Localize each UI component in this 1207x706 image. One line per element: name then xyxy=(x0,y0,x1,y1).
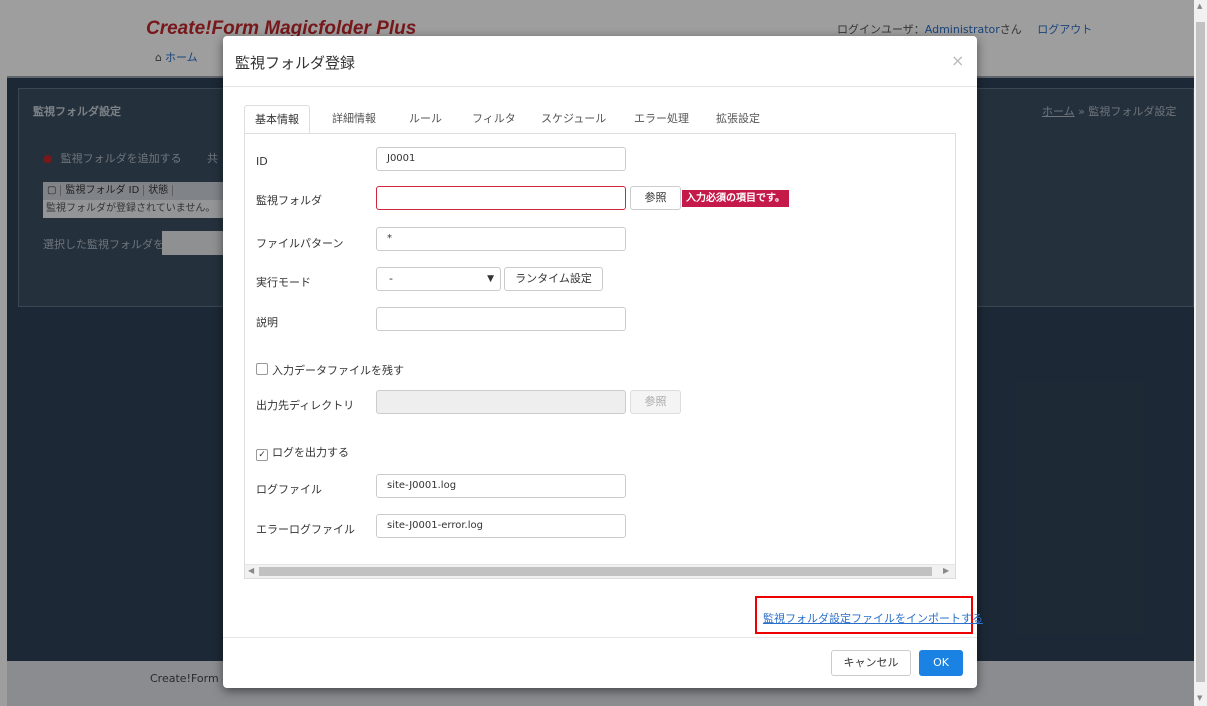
header-divider xyxy=(223,86,977,87)
import-settings-link[interactable]: 監視フォルダ設定ファイルをインポートする xyxy=(763,610,983,626)
exec-mode-value: - xyxy=(389,272,393,285)
tab-rules[interactable]: ルール xyxy=(409,105,442,133)
output-dir-field xyxy=(376,390,626,414)
error-log-field[interactable]: site-J0001-error.log xyxy=(376,514,626,538)
id-label: ID xyxy=(256,155,268,168)
horizontal-scrollbar-thumb[interactable] xyxy=(259,567,932,576)
log-file-label: ログファイル xyxy=(256,483,322,496)
description-field[interactable] xyxy=(376,307,626,331)
output-dir-label: 出力先ディレクトリ xyxy=(256,399,355,412)
log-output-label: ログを出力する xyxy=(272,446,349,459)
tab-content: ID J0001 監視フォルダ 参照 入力必須の項目です。 ファイルパターン *… xyxy=(244,133,956,579)
tab-filter[interactable]: フィルタ xyxy=(472,105,516,133)
runtime-settings-button[interactable]: ランタイム設定 xyxy=(504,267,603,291)
error-log-label: エラーログファイル xyxy=(256,523,355,536)
folder-browse-button[interactable]: 参照 xyxy=(630,186,681,210)
keep-input-label: 入力データファイルを残す xyxy=(272,364,404,377)
scroll-up-icon[interactable]: ▲ xyxy=(1197,2,1202,10)
description-label: 説明 xyxy=(256,316,278,329)
scroll-right-icon[interactable]: ▶ xyxy=(943,566,949,575)
close-icon[interactable]: × xyxy=(951,51,964,70)
import-highlight: 監視フォルダ設定ファイルをインポートする xyxy=(755,596,983,634)
file-pattern-label: ファイルパターン xyxy=(256,237,344,250)
folder-label: 監視フォルダ xyxy=(256,194,322,207)
exec-mode-label: 実行モード xyxy=(256,276,311,289)
output-browse-button: 参照 xyxy=(630,390,681,414)
folder-field[interactable] xyxy=(376,186,626,210)
checkbox-icon xyxy=(256,363,268,375)
log-file-field[interactable]: site-J0001.log xyxy=(376,474,626,498)
id-field[interactable]: J0001 xyxy=(376,147,626,171)
tab-bar: 基本情報 詳細情報 ルール フィルタ スケジュール エラー処理 拡張設定 xyxy=(244,105,956,134)
scroll-left-icon[interactable]: ◀ xyxy=(248,566,254,575)
ok-button[interactable]: OK xyxy=(919,650,963,676)
scroll-down-icon[interactable]: ▼ xyxy=(1197,694,1202,702)
keep-input-checkbox[interactable]: 入力データファイルを残す xyxy=(256,362,404,378)
checkbox-checked-icon: ✓ xyxy=(256,449,268,461)
log-output-checkbox[interactable]: ✓ ログを出力する xyxy=(256,444,349,461)
scrollbar-thumb[interactable] xyxy=(1196,22,1205,682)
tab-basic-info[interactable]: 基本情報 xyxy=(244,105,310,133)
tab-schedule[interactable]: スケジュール xyxy=(541,105,606,133)
cancel-button[interactable]: キャンセル xyxy=(831,650,911,676)
required-error-badge: 入力必須の項目です。 xyxy=(682,190,789,207)
file-pattern-field[interactable]: * xyxy=(376,227,626,251)
register-folder-dialog: 監視フォルダ登録 × 基本情報 詳細情報 ルール フィルタ スケジュール エラー… xyxy=(223,36,983,688)
page-scrollbar[interactable]: ▲ ▼ xyxy=(1194,0,1207,706)
footer-divider xyxy=(223,637,977,638)
exec-mode-select[interactable]: - ▼ xyxy=(376,267,501,291)
tab-detail-info[interactable]: 詳細情報 xyxy=(332,105,376,133)
tab-error-handling[interactable]: エラー処理 xyxy=(634,105,689,133)
horizontal-scrollbar[interactable]: ◀ ▶ xyxy=(245,564,955,578)
dialog-title: 監視フォルダ登録 xyxy=(235,54,356,72)
tab-extensions[interactable]: 拡張設定 xyxy=(716,105,760,133)
chevron-down-icon: ▼ xyxy=(487,274,494,284)
